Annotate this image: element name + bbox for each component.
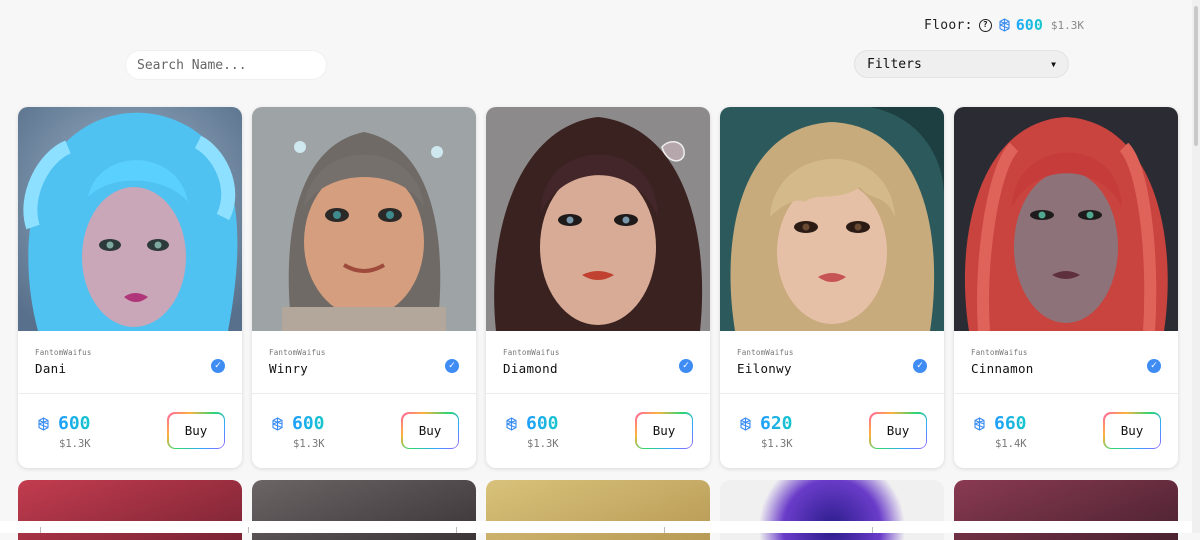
- floor-price-value: 600: [1015, 16, 1043, 34]
- verified-check-icon: ✓: [679, 359, 693, 373]
- fantom-icon: [38, 416, 49, 431]
- floor-label: Floor:: [924, 17, 973, 33]
- verified-check-icon: ✓: [913, 359, 927, 373]
- page-scrollbar[interactable]: [1192, 0, 1200, 533]
- buy-button[interactable]: Buy: [635, 412, 693, 449]
- nft-card[interactable]: FantomWaifus Winry ✓ 600 $1.3K Buy: [252, 107, 476, 468]
- buy-button-label: Buy: [636, 413, 692, 448]
- divider: [872, 527, 873, 533]
- collection-name[interactable]: FantomWaifus: [503, 348, 560, 357]
- nft-price: 600: [292, 413, 325, 434]
- nft-price-usd: $1.4K: [995, 438, 1027, 450]
- floor-price-usd: $1.3K: [1050, 18, 1084, 32]
- collection-name[interactable]: FantomWaifus: [269, 348, 326, 357]
- fantom-icon: [999, 18, 1010, 32]
- divider: [486, 393, 710, 394]
- nft-image[interactable]: [486, 107, 710, 331]
- divider: [664, 527, 665, 533]
- floor-price-summary: Floor: ? 600 $1.3K: [924, 14, 1084, 36]
- fantom-icon: [974, 416, 985, 431]
- nft-image[interactable]: [720, 107, 944, 331]
- nft-card[interactable]: FantomWaifus Eilonwy ✓ 620 $1.3K Buy: [720, 107, 944, 468]
- filters-dropdown[interactable]: Filters ▼: [854, 50, 1069, 78]
- divider: [18, 393, 242, 394]
- fantom-icon: [740, 416, 751, 431]
- nft-card[interactable]: FantomWaifus Cinnamon ✓ 660 $1.4K Buy: [954, 107, 1178, 468]
- nft-name[interactable]: Cinnamon: [971, 361, 1034, 376]
- divider: [456, 527, 457, 533]
- fantom-icon: [506, 416, 517, 431]
- nft-card[interactable]: FantomWaifus Dani ✓ 600 $1.3K Buy: [18, 107, 242, 468]
- nft-price: 600: [58, 413, 91, 434]
- nft-price: 600: [526, 413, 559, 434]
- buy-button-label: Buy: [1104, 413, 1160, 448]
- buy-button-label: Buy: [402, 413, 458, 448]
- buy-button[interactable]: Buy: [1103, 412, 1161, 449]
- divider: [954, 393, 1178, 394]
- nft-image[interactable]: [954, 107, 1178, 331]
- collection-name[interactable]: FantomWaifus: [35, 348, 92, 357]
- nft-name[interactable]: Eilonwy: [737, 361, 794, 376]
- verified-check-icon: ✓: [1147, 359, 1161, 373]
- nft-price: 660: [994, 413, 1027, 434]
- verified-check-icon: ✓: [211, 359, 225, 373]
- verified-check-icon: ✓: [445, 359, 459, 373]
- caret-down-icon: ▼: [1051, 59, 1056, 69]
- nft-image[interactable]: [252, 107, 476, 331]
- scrollbar-thumb[interactable]: [1194, 6, 1198, 146]
- nft-card[interactable]: FantomWaifus Diamond ✓ 600 $1.3K Buy: [486, 107, 710, 468]
- buy-button[interactable]: Buy: [401, 412, 459, 449]
- divider: [40, 527, 41, 533]
- question-circle-icon[interactable]: ?: [978, 18, 992, 32]
- nft-price-usd: $1.3K: [527, 438, 559, 450]
- nft-name[interactable]: Diamond: [503, 361, 560, 376]
- divider: [252, 393, 476, 394]
- divider: [720, 393, 944, 394]
- collection-name[interactable]: FantomWaifus: [737, 348, 794, 357]
- divider: [248, 527, 249, 533]
- buy-button[interactable]: Buy: [869, 412, 927, 449]
- buy-button-label: Buy: [168, 413, 224, 448]
- nft-name[interactable]: Winry: [269, 361, 326, 376]
- collection-name[interactable]: FantomWaifus: [971, 348, 1034, 357]
- nft-price: 620: [760, 413, 793, 434]
- nft-name[interactable]: Dani: [35, 361, 92, 376]
- nft-price-usd: $1.3K: [761, 438, 793, 450]
- buy-button[interactable]: Buy: [167, 412, 225, 449]
- fantom-icon: [272, 416, 283, 431]
- filters-label: Filters: [867, 56, 922, 72]
- nft-image[interactable]: [18, 107, 242, 331]
- buy-button-label: Buy: [870, 413, 926, 448]
- search-input[interactable]: [126, 51, 326, 79]
- nft-price-usd: $1.3K: [293, 438, 325, 450]
- nft-price-usd: $1.3K: [59, 438, 91, 450]
- bottom-bar: [0, 521, 1192, 533]
